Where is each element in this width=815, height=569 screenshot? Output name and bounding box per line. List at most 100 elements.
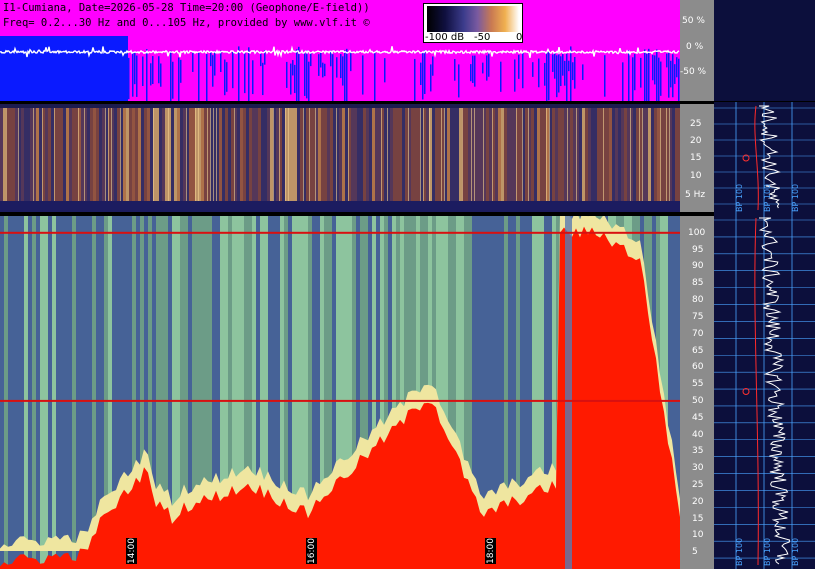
waveform-blue-stroke (0, 54, 2, 94)
waveform-blue-stroke (346, 48, 348, 101)
waveform-blue-stroke (422, 52, 424, 100)
waveform-tick: 0 % (686, 42, 704, 52)
waveform-blue-stroke (90, 49, 92, 101)
waveform-blue-stroke (92, 51, 94, 88)
efield-column (80, 216, 84, 569)
geophone-column (150, 104, 153, 212)
waveform-blue-stroke (100, 47, 102, 101)
geophone-column (294, 104, 297, 212)
geophone-streak (603, 104, 604, 212)
geophone-streak (483, 104, 484, 212)
waveform-blue-stroke (298, 46, 300, 101)
waveform-blue-stroke (344, 50, 346, 101)
geophone-column (414, 104, 417, 212)
waveform-blue-stroke (86, 53, 88, 88)
waveform-blue-stroke (158, 56, 160, 84)
geophone-column (243, 104, 246, 212)
efield-harmonic-line-50 (0, 399, 680, 402)
geophone-streak (108, 104, 109, 212)
waveform-blue-stroke (62, 54, 64, 100)
geophone-column (21, 104, 24, 212)
waveform-blue-stroke (562, 54, 564, 76)
geophone-column (192, 104, 195, 212)
waveform-blue-stroke (104, 54, 106, 87)
waveform-blue-stroke (102, 53, 104, 101)
geophone-column (237, 104, 240, 212)
geophone-column (327, 104, 330, 212)
efield-column (16, 216, 20, 569)
waveform-blue-stroke (238, 46, 240, 101)
geophone-tick: 5 Hz (685, 190, 706, 200)
geophone-column (330, 104, 333, 212)
geophone-column (633, 104, 636, 212)
geophone-column (204, 104, 207, 212)
geophone-streak (522, 104, 523, 212)
waveform-blue-stroke (384, 58, 386, 83)
geophone-column (435, 104, 438, 212)
geophone-column (456, 104, 459, 212)
waveform-blue-stroke (26, 61, 28, 82)
waveform-blue-stroke (656, 49, 658, 101)
waveform-blue-stroke (142, 56, 144, 87)
frequency-caption: Freq= 0.2...30 Hz and 0...105 Hz, provid… (3, 17, 370, 29)
geophone-column (375, 104, 378, 212)
geophone-column (354, 104, 357, 212)
colorbar: -100 dB -50 0 (423, 3, 523, 43)
geophone-column (252, 104, 255, 212)
geophone-column (183, 104, 186, 212)
geophone-column (69, 104, 72, 212)
geophone-column (618, 104, 621, 212)
geophone-streak (381, 104, 382, 212)
waveform-blue-stroke (214, 50, 216, 76)
efield-column (56, 216, 60, 569)
geophone-streak (273, 104, 274, 212)
efield-column (8, 216, 12, 569)
waveform-blue-stroke (38, 48, 40, 101)
colorbar-max-label: 0 (516, 32, 523, 43)
waveform-blue-stroke (648, 48, 650, 101)
efield-column (72, 216, 76, 569)
efield-profile-background (714, 214, 815, 569)
waveform-blue-stroke (514, 59, 516, 92)
geophone-streak (576, 104, 577, 212)
efield-column (12, 216, 16, 569)
time-label-14: 14:00 (126, 538, 137, 564)
geophone-column (291, 104, 294, 212)
waveform-blue-stroke (96, 60, 98, 87)
waveform-blue-stroke (16, 55, 18, 79)
geophone-column (264, 104, 267, 212)
geophone-streak (213, 104, 214, 212)
geophone-streak (387, 104, 388, 212)
waveform-blue-stroke (622, 62, 624, 101)
geophone-column (498, 104, 501, 212)
efield-column (88, 216, 92, 569)
efield-column (76, 216, 80, 569)
efield-tick: 20 (692, 496, 704, 507)
waveform-blue-stroke (488, 52, 490, 77)
waveform-blue-stroke (430, 64, 432, 92)
geophone-column (486, 104, 489, 212)
bp-label-efield-3: BP 100 (791, 537, 800, 566)
geophone-streak (234, 104, 235, 212)
efield-tick: 5 (692, 547, 698, 558)
efield-column (24, 216, 28, 569)
efield-tick: 30 (692, 463, 704, 474)
colorbar-gradient (427, 6, 519, 32)
geophone-column (648, 104, 651, 212)
waveform-blue-stroke (668, 52, 670, 98)
geophone-streak (630, 104, 631, 212)
efield-harmonic-line-100 (0, 231, 680, 234)
geophone-streak (567, 104, 568, 212)
geophone-column (60, 104, 63, 212)
geophone-streak (516, 104, 517, 212)
geophone-column (159, 104, 162, 212)
efield-tick: 80 (692, 295, 704, 305)
efield-tick: 75 (692, 311, 704, 322)
waveform-blue-stroke (424, 50, 426, 94)
waveform-blue-stroke (564, 60, 566, 86)
waveform-blue-stroke (308, 61, 310, 101)
waveform-blue-stroke (644, 49, 646, 101)
geophone-column (174, 104, 177, 212)
waveform-blue-stroke (474, 55, 476, 87)
waveform-blue-stroke (132, 52, 134, 97)
